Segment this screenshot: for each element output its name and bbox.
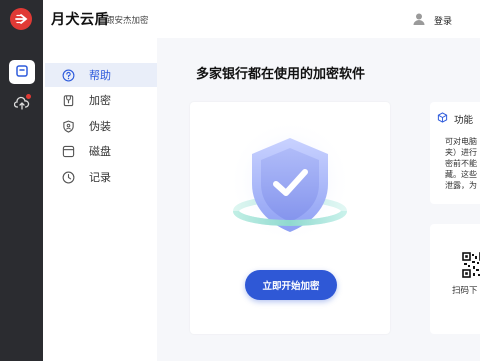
- start-encrypt-button[interactable]: 立即开始加密: [245, 270, 337, 300]
- qr-code-icon: [462, 252, 480, 278]
- main-content: 多家银行都在使用的加密软件 立即开始加密 功能 可对电脑 夹）进行 密前不能 藏…: [157, 38, 480, 361]
- sidebar-item-disk[interactable]: 磁盘: [45, 139, 157, 163]
- rail-item-box[interactable]: [9, 60, 35, 84]
- sidebar: 帮助 加密 伪装 磁盘 记录: [43, 38, 157, 361]
- box-icon: [15, 63, 29, 82]
- sidebar-item-label: 加密: [89, 94, 111, 107]
- qr-card: 扫码下: [430, 224, 480, 334]
- page-title: 多家银行都在使用的加密软件: [196, 67, 366, 82]
- app-rail: [0, 0, 43, 361]
- feature-card: 功能 可对电脑 夹）进行 密前不能 藏。这些 泄露，为: [430, 102, 480, 204]
- title-bar: 月犬云盾 跟安杰加密 登录: [43, 0, 480, 38]
- sidebar-item-label: 记录: [89, 171, 111, 184]
- clock-icon: [61, 170, 75, 184]
- disguise-shield-icon: [61, 119, 75, 133]
- disk-icon: [61, 144, 75, 158]
- rail-item-cloud-upload[interactable]: [9, 92, 35, 116]
- qr-label: 扫码下: [452, 286, 478, 296]
- feature-title-label: 功能: [454, 115, 474, 126]
- sidebar-item-records[interactable]: 记录: [45, 165, 157, 189]
- feature-title: 功能: [437, 112, 473, 126]
- sidebar-item-disguise[interactable]: 伪装: [45, 114, 157, 138]
- sidebar-item-label: 伪装: [89, 120, 111, 133]
- login-button[interactable]: 登录: [412, 12, 452, 29]
- help-circle-icon: [61, 68, 75, 82]
- notification-badge: [26, 94, 31, 99]
- app-logo-icon: [10, 8, 32, 30]
- lock-icon: [61, 93, 75, 107]
- sidebar-item-help[interactable]: 帮助: [45, 63, 157, 87]
- sidebar-item-encrypt[interactable]: 加密: [45, 88, 157, 112]
- sidebar-item-label: 磁盘: [89, 145, 111, 158]
- app-title: 月犬云盾: [51, 12, 109, 28]
- app-subtitle: 跟安杰加密: [106, 16, 149, 26]
- encrypt-card: 立即开始加密: [190, 102, 390, 334]
- user-avatar-icon: [412, 12, 426, 29]
- sidebar-item-label: 帮助: [89, 69, 111, 82]
- shield-check-illustration: [228, 119, 352, 243]
- login-label: 登录: [433, 17, 452, 27]
- cube-icon: [437, 112, 448, 126]
- feature-description: 可对电脑 夹）进行 密前不能 藏。这些 泄露，为: [445, 137, 477, 190]
